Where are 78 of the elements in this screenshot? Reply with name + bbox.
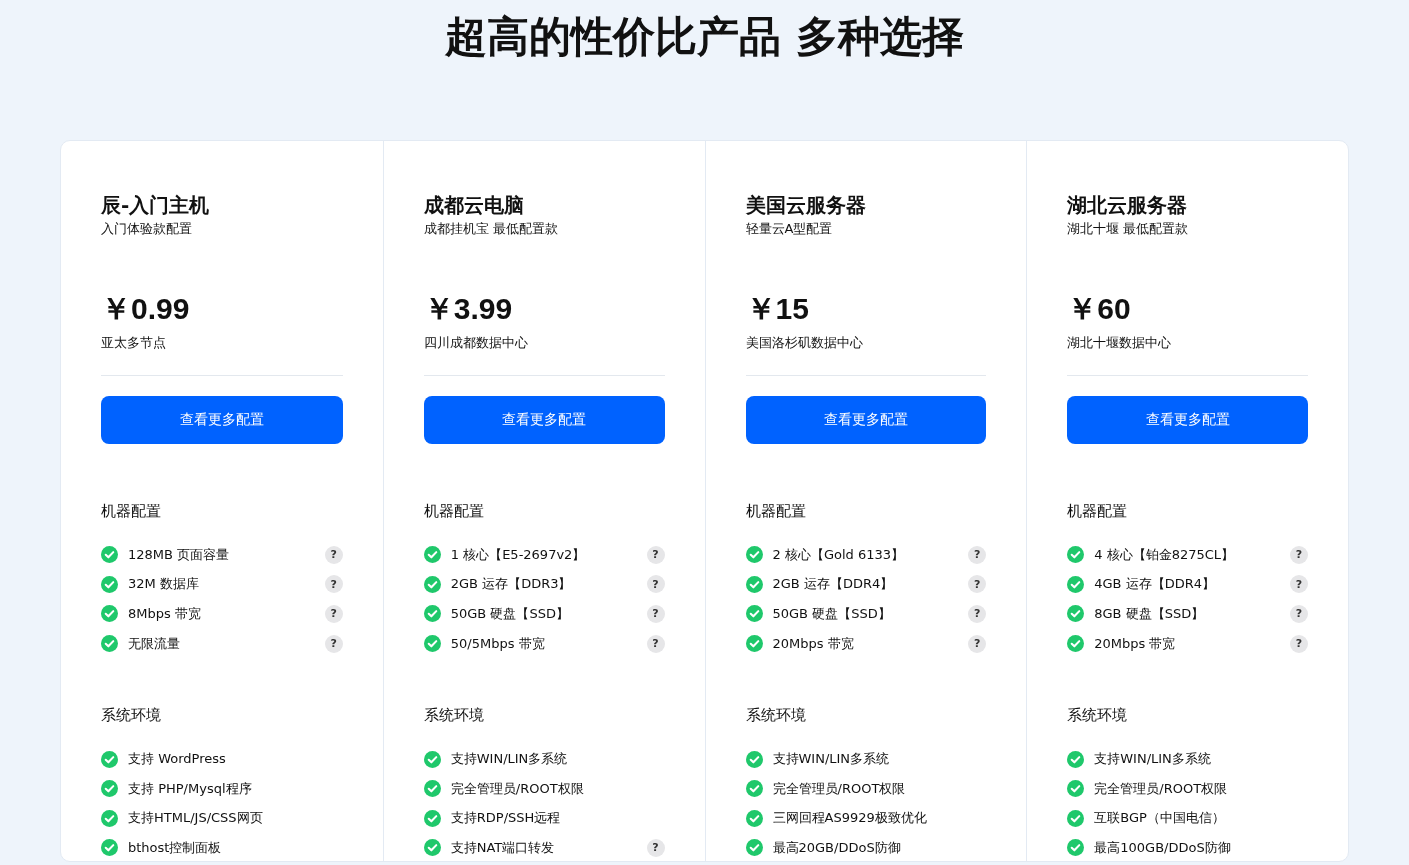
- feature-text: 2 核心【Gold 6133】: [772, 545, 905, 564]
- plan-subtitle: 成都挂机宝 最低配置款: [423, 220, 559, 238]
- feature-text: 支持 PHP/Mysql程序: [128, 779, 253, 798]
- feature-text: 无限流量: [128, 634, 181, 653]
- plan-title: 湖北云服务器: [1067, 192, 1189, 219]
- page-heading: 超高的性价比产品 多种选择: [444, 11, 965, 62]
- section-title: 机器配置: [423, 501, 485, 522]
- view-more-button[interactable]: 查看更多配置: [1067, 396, 1308, 444]
- help-badge[interactable]: ?: [1290, 605, 1308, 623]
- feature-text: 完全管理员/ROOT权限: [772, 779, 907, 798]
- view-more-button[interactable]: 查看更多配置: [745, 396, 987, 444]
- feature-text: 32M 数据库: [128, 575, 200, 594]
- plan-location: 湖北十堰数据中心: [1067, 334, 1173, 352]
- plan-price: ￥15: [745, 291, 810, 327]
- feature-text: 支持RDP/SSH远程: [450, 809, 562, 828]
- feature-text: bthost控制面板: [128, 838, 223, 857]
- plan-location: 四川成都数据中心: [423, 334, 529, 352]
- feature-text: 20Mbps 带宽: [1094, 634, 1177, 653]
- help-badge[interactable]: ?: [968, 605, 987, 623]
- feature-text: 完全管理员/ROOT权限: [1094, 779, 1229, 798]
- help-badge[interactable]: ?: [324, 605, 343, 623]
- plan-location: 美国洛杉矶数据中心: [745, 334, 864, 352]
- plan-title: 辰-入门主机: [101, 192, 211, 219]
- feature-text: 支持 WordPress: [128, 750, 227, 769]
- plan-subtitle: 轻量云A型配置: [745, 220, 834, 238]
- section-title: 机器配置: [745, 501, 807, 522]
- plan-price: ￥60: [1067, 291, 1132, 327]
- feature-text: 支持WIN/LIN多系统: [450, 750, 569, 769]
- feature-text: 支持NAT端口转发: [450, 838, 556, 857]
- feature-text: 128MB 页面容量: [128, 545, 231, 564]
- help-badge[interactable]: ?: [646, 634, 665, 653]
- section-title: 系统环境: [1067, 705, 1129, 727]
- view-more-button[interactable]: 查看更多配置: [423, 396, 665, 444]
- feature-text: 支持WIN/LIN多系统: [1094, 750, 1212, 769]
- feature-text: 最高20GB/DDoS防御: [772, 838, 902, 857]
- help-badge[interactable]: ?: [968, 575, 987, 594]
- feature-text: 4 核心【铂金8275CL】: [1094, 545, 1236, 564]
- help-badge[interactable]: ?: [1290, 575, 1308, 594]
- feature-text: 8Mbps 带宽: [128, 605, 202, 623]
- help-badge[interactable]: ?: [646, 575, 665, 594]
- section-title: 机器配置: [1067, 501, 1129, 522]
- feature-text: 最高100GB/DDoS防御: [1094, 838, 1232, 857]
- plan-price: ￥0.99: [101, 291, 191, 327]
- feature-text: 完全管理员/ROOT权限: [450, 779, 585, 798]
- help-badge[interactable]: ?: [1290, 634, 1308, 653]
- plan-price: ￥3.99: [423, 291, 514, 327]
- feature-text: 50GB 硬盘【SSD】: [772, 605, 892, 623]
- help-badge[interactable]: ?: [646, 838, 665, 857]
- feature-text: 1 核心【E5-2697v2】: [450, 545, 587, 564]
- section-title: 机器配置: [101, 501, 162, 522]
- feature-text: 支持HTML/JS/CSS网页: [128, 809, 264, 828]
- help-badge[interactable]: ?: [324, 545, 343, 564]
- feature-text: 4GB 运存【DDR4】: [1094, 575, 1216, 594]
- feature-text: 三网回程AS9929极致优化: [772, 809, 928, 828]
- feature-text: 50GB 硬盘【SSD】: [450, 605, 570, 623]
- help-badge[interactable]: ?: [1290, 545, 1308, 564]
- feature-text: 20Mbps 带宽: [772, 634, 855, 653]
- help-badge[interactable]: ?: [646, 605, 665, 623]
- help-badge[interactable]: ?: [324, 575, 343, 594]
- plan-location: 亚太多节点: [101, 334, 167, 352]
- plan-title: 美国云服务器: [745, 192, 867, 219]
- section-title: 系统环境: [423, 705, 485, 727]
- help-badge[interactable]: ?: [968, 545, 987, 564]
- help-badge[interactable]: ?: [324, 634, 343, 653]
- section-title: 系统环境: [745, 705, 807, 727]
- section-title: 系统环境: [101, 705, 162, 727]
- plan-subtitle: 湖北十堰 最低配置款: [1067, 220, 1190, 238]
- feature-text: 8GB 硬盘【SSD】: [1094, 605, 1206, 623]
- help-badge[interactable]: ?: [646, 545, 665, 564]
- feature-text: 50/5Mbps 带宽: [450, 634, 546, 653]
- feature-text: 支持WIN/LIN多系统: [772, 750, 891, 769]
- plan-subtitle: 入门体验款配置: [101, 220, 193, 238]
- feature-text: 互联BGP（中国电信）: [1094, 809, 1226, 828]
- view-more-button[interactable]: 查看更多配置: [101, 396, 343, 444]
- plan-title: 成都云电脑: [423, 192, 525, 219]
- feature-text: 2GB 运存【DDR3】: [450, 575, 573, 594]
- feature-text: 2GB 运存【DDR4】: [772, 575, 895, 594]
- help-badge[interactable]: ?: [968, 634, 987, 653]
